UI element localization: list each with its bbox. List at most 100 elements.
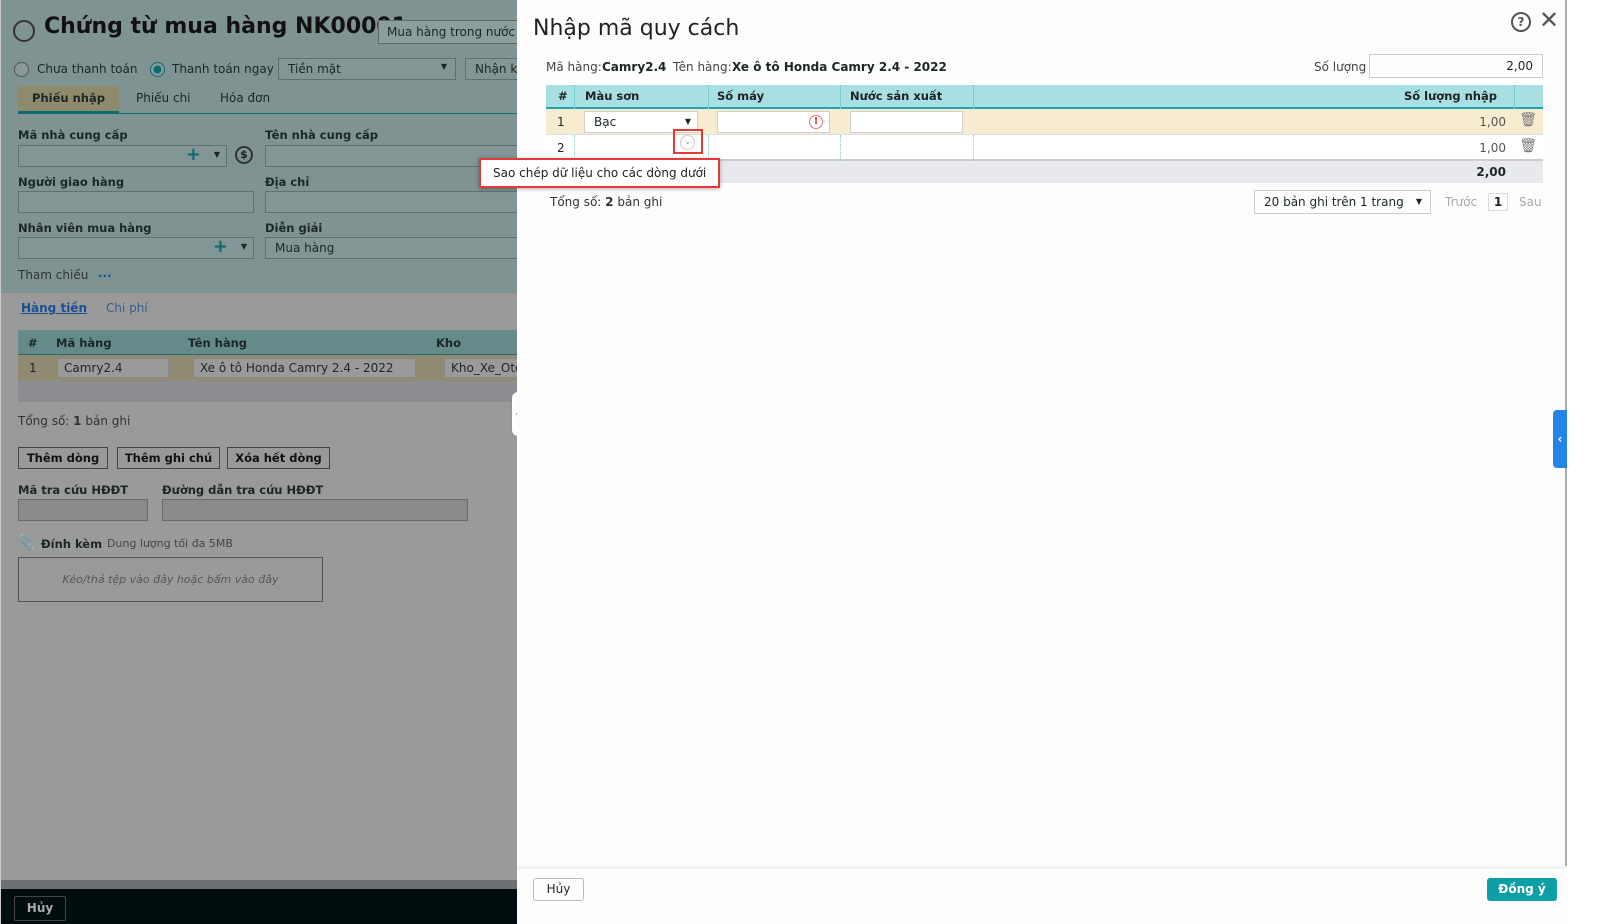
deliverer-input[interactable] <box>18 191 254 213</box>
attach-dropzone[interactable]: Kéo/thả tệp vào đây hoặc bấm vào đây <box>18 557 323 602</box>
help-icon[interactable]: ? <box>1511 12 1531 32</box>
chevron-down-icon[interactable]: ▼ <box>214 150 220 159</box>
paint-color-value: Bạc <box>594 115 617 129</box>
supplier-code-input[interactable]: + ▼ <box>18 144 227 167</box>
payment-method-value: Tiền mặt <box>288 62 341 76</box>
supplier-name-label: Tên nhà cung cấp <box>265 128 379 142</box>
warning-icon: ! <box>809 115 823 129</box>
history-icon[interactable] <box>13 20 35 42</box>
row-warehouse[interactable]: Kho_Xe_Oto <box>444 358 517 378</box>
plus-icon[interactable]: + <box>213 236 228 257</box>
col-paint-color: Màu sơn <box>585 89 640 103</box>
radio-unpaid-label: Chưa thanh toán <box>37 62 138 76</box>
footer-bar <box>1 880 517 924</box>
plus-icon[interactable]: + <box>186 144 201 165</box>
total-prefix: Tổng số: <box>550 195 606 209</box>
row-qty: 1,00 <box>1479 115 1506 129</box>
trash-icon[interactable]: 🗑 <box>1519 138 1537 154</box>
add-note-button[interactable]: Thêm ghi chú <box>117 447 220 469</box>
total-count: 2 <box>605 195 614 209</box>
qty-label: Số lượng <box>1314 60 1367 74</box>
add-row-button[interactable]: Thêm dòng <box>18 447 108 469</box>
chevron-down-icon: ▼ <box>440 62 447 71</box>
table-row[interactable]: 1 Camry2.4 Xe ô tô Honda Camry 2.4 - 202… <box>18 355 517 381</box>
trash-icon[interactable]: 🗑 <box>1519 112 1537 128</box>
page-size-select[interactable]: 20 bản ghi trên 1 trang ▼ <box>1254 190 1431 214</box>
page-number[interactable]: 1 <box>1488 193 1508 211</box>
row-no: 1 <box>29 361 37 375</box>
page-size-value: 20 bản ghi trên 1 trang <box>1264 195 1404 209</box>
einvoice-code-label: Mã tra cứu HĐĐT <box>18 483 129 497</box>
copy-down-menu-item[interactable]: Sao chép dữ liệu cho các dòng dưới <box>479 158 721 188</box>
spec-entry-dialog: Nhập mã quy cách ? ✕ Mã hàng: Camry2.4 T… <box>479 0 1567 924</box>
country-input[interactable] <box>850 111 963 133</box>
items-table-header: # Mã hàng Tên hàng Kho <box>18 330 517 355</box>
page-title: Chứng từ mua hàng NK00001 <box>44 14 408 39</box>
currency-icon[interactable]: $ <box>235 146 253 164</box>
row-no: 1 <box>557 115 565 129</box>
item-name-label: Tên hàng: <box>673 60 732 74</box>
ok-button[interactable]: Đồng ý <box>1487 878 1557 901</box>
description-label: Diễn giải <box>265 221 323 235</box>
address-input[interactable] <box>265 191 517 213</box>
qty-input[interactable]: 2,00 <box>1369 54 1543 78</box>
description-input[interactable]: Mua hàng <box>265 237 517 259</box>
spec-table-header: # Màu sơn Số máy Nước sản xuất Số lượng … <box>546 85 1543 109</box>
tab-hoa-don[interactable]: Hóa đơn <box>220 91 270 105</box>
subtab-hang-tien[interactable]: Hàng tiền <box>21 301 87 315</box>
radio-unpaid[interactable] <box>14 62 29 77</box>
background-cancel-button[interactable]: Hủy <box>14 896 66 921</box>
einvoice-url-input[interactable] <box>162 499 468 521</box>
item-code: Camry2.4 <box>602 60 667 74</box>
items-total: Tổng số: 1 bản ghi <box>18 414 130 428</box>
next-page-button[interactable]: Sau <box>1519 195 1542 209</box>
reference-more-button[interactable]: ... <box>98 266 112 280</box>
subtab-chi-phi[interactable]: Chi phí <box>106 301 148 315</box>
einvoice-url-label: Đường dẫn tra cứu HĐĐT <box>162 483 324 497</box>
radio-paid[interactable] <box>150 62 165 77</box>
spec-total: Tổng số: 2 bản ghi <box>550 195 662 209</box>
attach-limit: Dung lượng tối đa 5MB <box>107 537 233 550</box>
row-qty: 1,00 <box>1479 141 1506 155</box>
background-voucher-form: Chứng từ mua hàng NK00001 Mua hàng trong… <box>0 0 517 924</box>
address-label: Địa chỉ <box>265 175 310 189</box>
total-count: 1 <box>73 414 82 428</box>
row-no: 2 <box>557 141 565 155</box>
row-name[interactable]: Xe ô tô Honda Camry 2.4 - 2022 <box>193 358 416 378</box>
prev-page-button[interactable]: Trước <box>1445 195 1477 209</box>
einvoice-code-input[interactable] <box>18 499 148 521</box>
cancel-button[interactable]: Hủy <box>533 878 584 901</box>
item-name: Xe ô tô Honda Camry 2.4 - 2022 <box>732 60 947 74</box>
reference-label: Tham chiếu <box>18 268 89 282</box>
copy-down-chevron-icon[interactable]: ⌄ <box>680 135 695 150</box>
staff-input[interactable]: + ▼ <box>18 236 254 259</box>
total-suffix: bản ghi <box>613 195 663 209</box>
col-engine-no: Số máy <box>717 89 765 103</box>
supplier-code-label: Mã nhà cung cấp <box>18 128 128 142</box>
col-country: Nước sản xuất <box>850 89 943 103</box>
dialog-footer <box>517 866 1567 924</box>
receive-button[interactable]: Nhận kè <box>465 58 517 80</box>
purchase-type-select[interactable]: Mua hàng trong nước nh <box>378 20 517 44</box>
col-no: # <box>28 336 38 350</box>
attach-label: Đính kèm <box>41 537 103 551</box>
total-suffix: bản ghi <box>81 414 131 428</box>
col-warehouse: Kho <box>436 336 461 350</box>
engine-no-input[interactable]: ! <box>717 111 830 133</box>
item-code-label: Mã hàng: <box>546 60 602 74</box>
chevron-down-icon: ▼ <box>1415 197 1422 206</box>
tab-phieu-nhap[interactable]: Phiếu nhập <box>18 86 119 113</box>
total-qty: 2,00 <box>1476 165 1506 179</box>
close-icon[interactable]: ✕ <box>1539 6 1559 34</box>
payment-method-select[interactable]: Tiền mặt ▼ <box>278 58 456 80</box>
row-code[interactable]: Camry2.4 <box>57 358 169 378</box>
side-panel-toggle-chevron-icon[interactable]: ‹ <box>1553 410 1567 468</box>
tab-phieu-chi[interactable]: Phiếu chi <box>136 91 191 105</box>
dialog-title: Nhập mã quy cách <box>533 16 740 41</box>
chevron-down-icon[interactable]: ▼ <box>241 242 247 251</box>
delete-all-rows-button[interactable]: Xóa hết dòng <box>227 447 330 469</box>
staff-label: Nhân viên mua hàng <box>18 221 152 235</box>
radio-paid-label: Thanh toán ngay <box>172 62 274 76</box>
col-name: Tên hàng <box>188 336 248 350</box>
chevron-down-icon: ▼ <box>684 117 691 126</box>
